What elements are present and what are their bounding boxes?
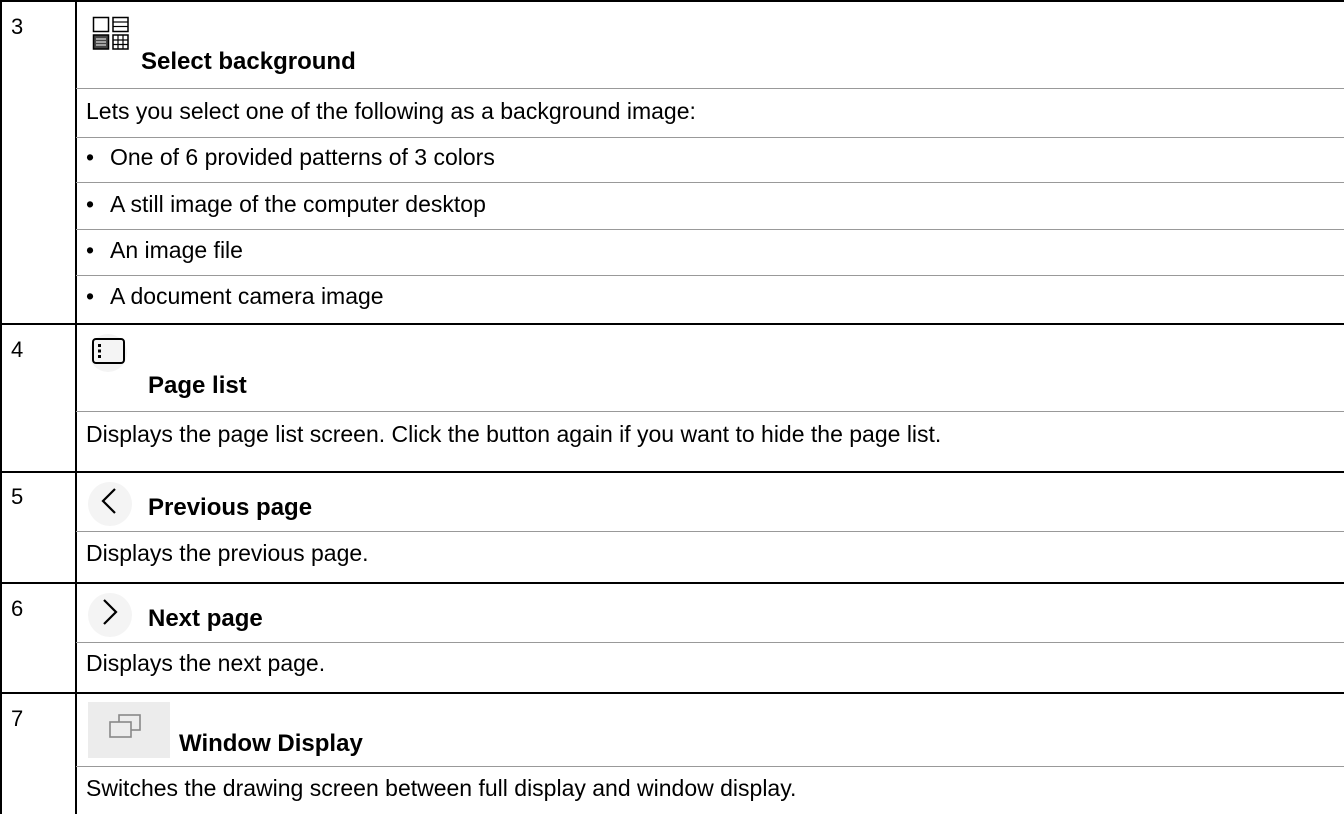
cell-separator [76, 137, 1344, 138]
row-title: Page list [148, 372, 247, 399]
cell-separator [76, 182, 1344, 183]
row-divider [0, 323, 1344, 325]
select-background-icon [92, 16, 129, 50]
row-title: Window Display [179, 730, 363, 757]
cell-separator [76, 642, 1344, 643]
row-description: Displays the previous page. [86, 540, 369, 566]
row-title: Previous page [148, 494, 313, 521]
list-item: • An image file [86, 237, 243, 263]
row-divider [0, 471, 1344, 473]
row-description: Displays the next page. [86, 650, 326, 676]
row-number: 3 [11, 14, 24, 39]
chevron-right-icon [88, 593, 132, 637]
page-list-icon [90, 334, 127, 372]
table-top-border [0, 0, 1344, 2]
row-description: Displays the page list screen. Click the… [86, 421, 942, 447]
row-number: 7 [11, 706, 24, 731]
row-description: Lets you select one of the following as … [86, 98, 696, 124]
cell-separator [76, 531, 1344, 532]
row-divider [0, 582, 1344, 584]
cell-separator [76, 275, 1344, 276]
window-display-icon [88, 702, 170, 758]
cell-separator [76, 229, 1344, 230]
row-number: 6 [11, 596, 24, 621]
cell-separator [76, 88, 1344, 89]
row-number: 4 [11, 337, 24, 362]
chevron-left-icon [88, 482, 132, 526]
column-divider [75, 0, 77, 814]
row-number: 5 [11, 484, 24, 509]
row-divider [0, 692, 1344, 694]
list-item: • A still image of the computer desktop [86, 191, 486, 217]
row-description: Switches the drawing screen between full… [86, 775, 797, 801]
list-item: • A document camera image [86, 283, 384, 309]
table-left-border [0, 0, 2, 814]
cell-separator [76, 766, 1344, 767]
row-title: Select background [141, 48, 356, 75]
feature-table: 3 Select background Lets you select one … [0, 0, 1344, 814]
cell-separator [76, 411, 1344, 412]
list-item: • One of 6 provided patterns of 3 colors [86, 144, 495, 170]
row-title: Next page [148, 605, 263, 632]
